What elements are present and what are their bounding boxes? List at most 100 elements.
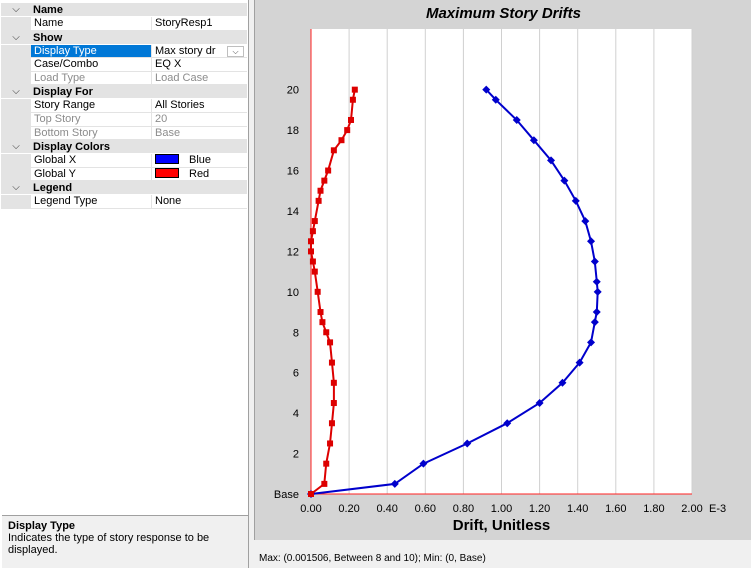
x-axis-title: Drift, Unitless [453,517,551,534]
value-text: Base [155,126,181,139]
property-row[interactable]: Story Range All Stories [1,99,247,113]
series-1-point [308,248,314,255]
series-1-point [338,137,345,144]
value-text: None [155,195,182,208]
category-display-for[interactable]: ⌵ Display For [1,85,247,100]
series-1-point [328,420,335,427]
property-grid: ⌵ Name Name StoryResp1 ⌵ Show Display Type Max … [1,3,247,209]
series-1-point [309,258,316,265]
category-name[interactable]: ⌵ Name [1,3,247,17]
value-text: All Stories [155,99,205,112]
value-text: EQ X [155,58,182,71]
property-row[interactable]: Display Type Max story dr ⌵ [1,44,247,59]
series-1-point [319,319,326,326]
x-tick-label: 0.20 [338,503,359,515]
property-value[interactable]: None [152,195,247,209]
chevron-down-icon[interactable]: ⌵ [227,45,244,57]
category-label: Name [33,4,63,16]
x-tick-label: 0.60 [415,503,436,515]
series-1-point [323,329,330,336]
category-display-colors[interactable]: ⌵ Display Colors [1,140,247,155]
property-value[interactable]: All Stories [152,99,247,113]
row-gutter [1,99,31,113]
series-1-point [323,460,330,467]
color-name: Blue [189,154,212,167]
row-gutter [1,71,31,86]
y-tick-label: 18 [287,125,299,137]
value-text: 20 [155,112,168,125]
property-row[interactable]: Global X Blue [1,154,247,168]
chevron-down-icon[interactable]: ⌵ [1,181,31,194]
x-tick-label: 1.80 [643,503,664,515]
x-tick-label: 0.00 [300,503,321,515]
x-tick-label: 1.20 [529,503,550,515]
y-tick-label: 14 [287,206,299,218]
category-label: Display Colors [33,141,111,154]
property-row: Load Type Load Case [1,71,247,86]
color-swatch[interactable] [155,167,179,178]
value-text: Max story dr [155,44,216,57]
series-1-point [349,96,356,103]
series-1-point [311,218,318,225]
category-label: Display For [33,86,93,99]
property-value: Load Case [152,72,247,86]
chevron-down-icon[interactable]: ⌵ [1,31,31,44]
property-name: Top Story [31,112,152,127]
x-tick-label: 0.80 [453,503,474,515]
y-tick-label: 12 [287,246,299,258]
property-row[interactable]: Global Y Red [1,167,247,182]
property-value[interactable]: Red [152,167,247,182]
property-value[interactable]: StoryResp1 [152,17,247,31]
row-gutter [1,126,31,141]
property-value[interactable]: EQ X [152,58,247,72]
property-row[interactable]: Name StoryResp1 [1,17,247,31]
color-swatch[interactable] [155,154,179,165]
category-show[interactable]: ⌵ Show [1,30,247,45]
series-1-point [314,288,321,295]
x-tick-label: 1.40 [567,503,588,515]
property-name: Display Type [31,44,152,59]
description-title: Display Type [8,520,76,532]
property-value[interactable]: Blue [152,154,247,168]
chevron-down-icon[interactable]: ⌵ [1,85,31,98]
properties-panel: ⌵ Name Name StoryResp1 ⌵ Show Display Type Max … [0,0,249,568]
y-tick-label: 16 [287,166,299,178]
category-legend[interactable]: ⌵ Legend [1,181,247,196]
series-1-point [348,116,355,123]
property-name: Case/Combo [31,58,152,72]
story-drift-chart: 0.00 0.20 0.40 0.60 0.80 1.00 1.20 1.40 1.60 1.80… [274,29,726,534]
category-label: Legend [33,182,73,195]
x-unit-suffix: E-3 [709,503,726,515]
row-gutter [1,44,31,59]
description-box: Display Type Indicates the type of story… [2,515,248,568]
color-name: Red [189,167,210,180]
property-name: Load Type [31,71,152,86]
series-1-point [325,167,332,174]
series-1-point [311,268,318,275]
chart-panel: 0.00 0.20 0.40 0.60 0.80 1.00 1.20 1.40 1.60 1.80… [254,0,751,540]
y-tick-label: 8 [293,327,299,339]
series-1-point [308,491,314,497]
row-gutter [1,195,31,209]
row-gutter [1,154,31,168]
series-1-point [330,400,337,407]
series-1-point [328,359,335,366]
chevron-down-icon[interactable]: ⌵ [1,3,31,16]
property-value[interactable]: Max story dr ⌵ [152,45,247,59]
row-gutter [1,112,31,127]
series-1-point [308,238,314,245]
property-value: Base [152,127,247,141]
property-row[interactable]: Case/Combo EQ X [1,58,247,72]
series-1-point [317,187,324,194]
x-tick-label: 1.00 [491,503,512,515]
series-1-point [327,440,334,447]
row-gutter [1,167,31,182]
series-1-point [330,147,337,154]
chart-title: Maximum Story Drifts [425,5,582,22]
value-text: Load Case [155,71,209,84]
property-row[interactable]: Legend Type None [1,195,247,209]
chevron-down-icon[interactable]: ⌵ [1,140,31,153]
series-1-point [321,177,328,184]
property-name: Global X [31,154,152,168]
property-row: Bottom Story Base [1,126,247,141]
